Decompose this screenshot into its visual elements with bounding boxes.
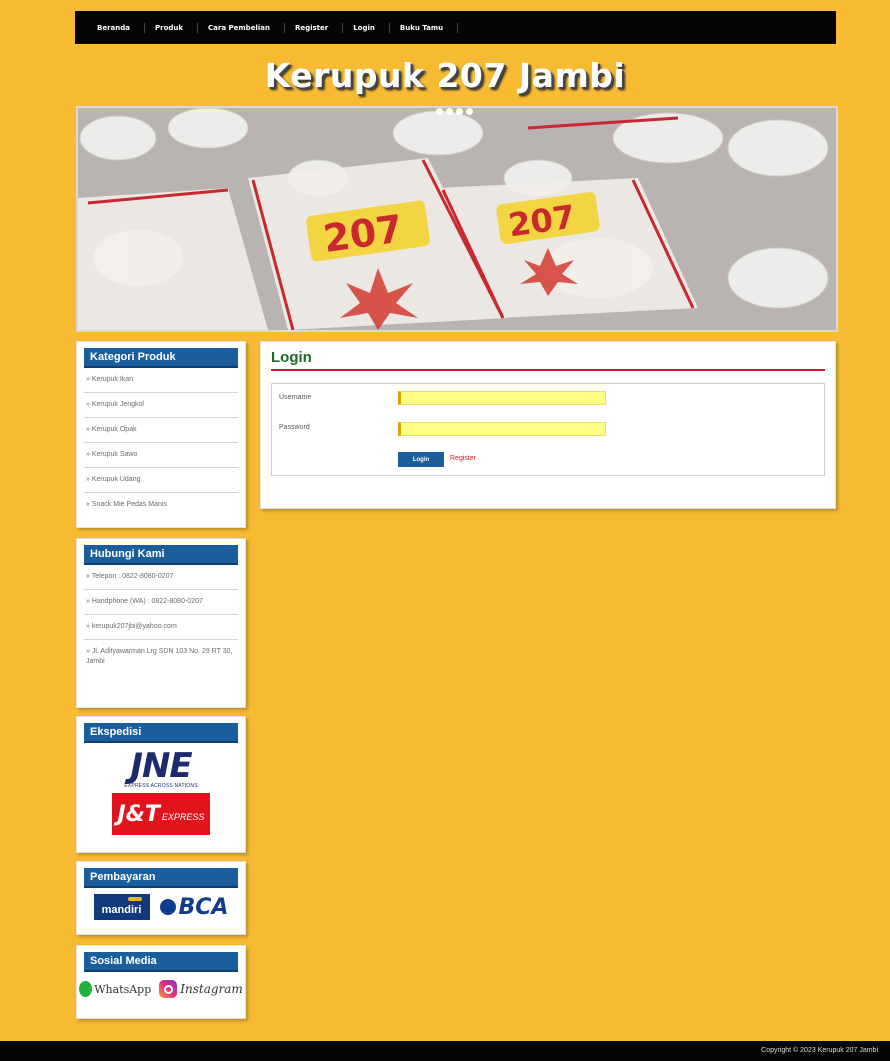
- whatsapp-link[interactable]: WhatsApp: [79, 981, 151, 997]
- kategori-item[interactable]: » Kerupuk Sawo: [84, 443, 238, 468]
- slider-dot[interactable]: [466, 108, 473, 115]
- copyright-text: Copyright © 2023 Kerupuk 207 Jambi: [761, 1047, 878, 1054]
- register-link[interactable]: Register: [450, 455, 476, 462]
- footer: Copyright © 2023 Kerupuk 207 Jambi: [0, 1041, 890, 1061]
- sosial-media-box: Sosial Media WhatsApp Instagram: [76, 945, 246, 1019]
- social-logos: WhatsApp Instagram: [79, 980, 243, 998]
- kerupuk-packages-photo: 207 207: [78, 108, 836, 330]
- username-input[interactable]: [398, 391, 606, 405]
- nav-cara-pembelian[interactable]: Cara Pembelian: [198, 22, 285, 33]
- login-button[interactable]: Login: [398, 452, 444, 467]
- bca-logo: BCA: [159, 895, 228, 920]
- kategori-produk-box: Kategori Produk » Kerupuk Ikan » Kerupuk…: [76, 341, 246, 528]
- password-input[interactable]: [398, 422, 606, 436]
- slider-dot[interactable]: [456, 108, 463, 115]
- hubungi-kami-title: Hubungi Kami: [84, 545, 238, 565]
- kategori-item[interactable]: » Kerupuk Opak: [84, 418, 238, 443]
- nav-produk[interactable]: Produk: [145, 22, 199, 33]
- slider-dot[interactable]: [446, 108, 453, 115]
- page-title: Login: [271, 349, 825, 371]
- jne-logo: JNE EXPRESS ACROSS NATIONS: [124, 746, 198, 789]
- password-label: Password: [279, 424, 310, 431]
- hubungi-kami-box: Hubungi Kami » Telepon : 0822-8080-0207 …: [76, 538, 246, 708]
- mandiri-logo: mandiri: [93, 894, 150, 920]
- contact-email[interactable]: » kerupuk207jbi@yahoo.com: [84, 615, 238, 640]
- contact-address: » Jl. Adityawarman Lrg SDN 103 No. 29 RT…: [86, 648, 233, 665]
- sosial-media-title: Sosial Media: [84, 952, 238, 972]
- login-panel: Login Username Password Login Register: [260, 341, 836, 509]
- pembayaran-title: Pembayaran: [84, 868, 238, 888]
- login-form: Username Password Login Register: [271, 383, 825, 476]
- nav-buku-tamu[interactable]: Buku Tamu: [390, 22, 459, 33]
- contact-whatsapp: » Handphone (WA) : 0822-8080-0207: [84, 590, 238, 615]
- banner-image: 207 207: [76, 106, 838, 332]
- instagram-icon: [159, 980, 178, 998]
- slider-dot[interactable]: [436, 108, 443, 115]
- contact-phone: » Telepon : 0822-8080-0207: [84, 565, 238, 590]
- slider-dots[interactable]: [436, 108, 473, 115]
- site-title: Kerupuk 207 Jambi: [264, 56, 626, 95]
- kategori-item[interactable]: » Snack Mie Pedas Manis: [84, 493, 238, 517]
- kategori-item[interactable]: » Kerupuk Udang: [84, 468, 238, 493]
- whatsapp-icon: [79, 981, 93, 997]
- nav-login[interactable]: Login: [343, 22, 390, 33]
- top-nav: Beranda Produk Cara Pembelian Register L…: [75, 11, 836, 44]
- ekspedisi-title: Ekspedisi: [84, 723, 238, 743]
- username-label: Username: [279, 394, 312, 401]
- kategori-item[interactable]: » Kerupuk Jengkol: [84, 393, 238, 418]
- pembayaran-box: Pembayaran mandiri BCA: [76, 861, 246, 935]
- payment-logos: mandiri BCA: [84, 894, 238, 920]
- kategori-produk-title: Kategori Produk: [84, 348, 238, 368]
- instagram-link[interactable]: Instagram: [159, 980, 243, 998]
- kategori-item[interactable]: » Kerupuk Ikan: [84, 368, 238, 393]
- nav-register[interactable]: Register: [285, 22, 344, 33]
- nav-beranda[interactable]: Beranda: [87, 22, 145, 33]
- jnt-logo: J&T EXPRESS: [84, 793, 238, 835]
- ekspedisi-box: Ekspedisi JNE EXPRESS ACROSS NATIONS J&T…: [76, 716, 246, 853]
